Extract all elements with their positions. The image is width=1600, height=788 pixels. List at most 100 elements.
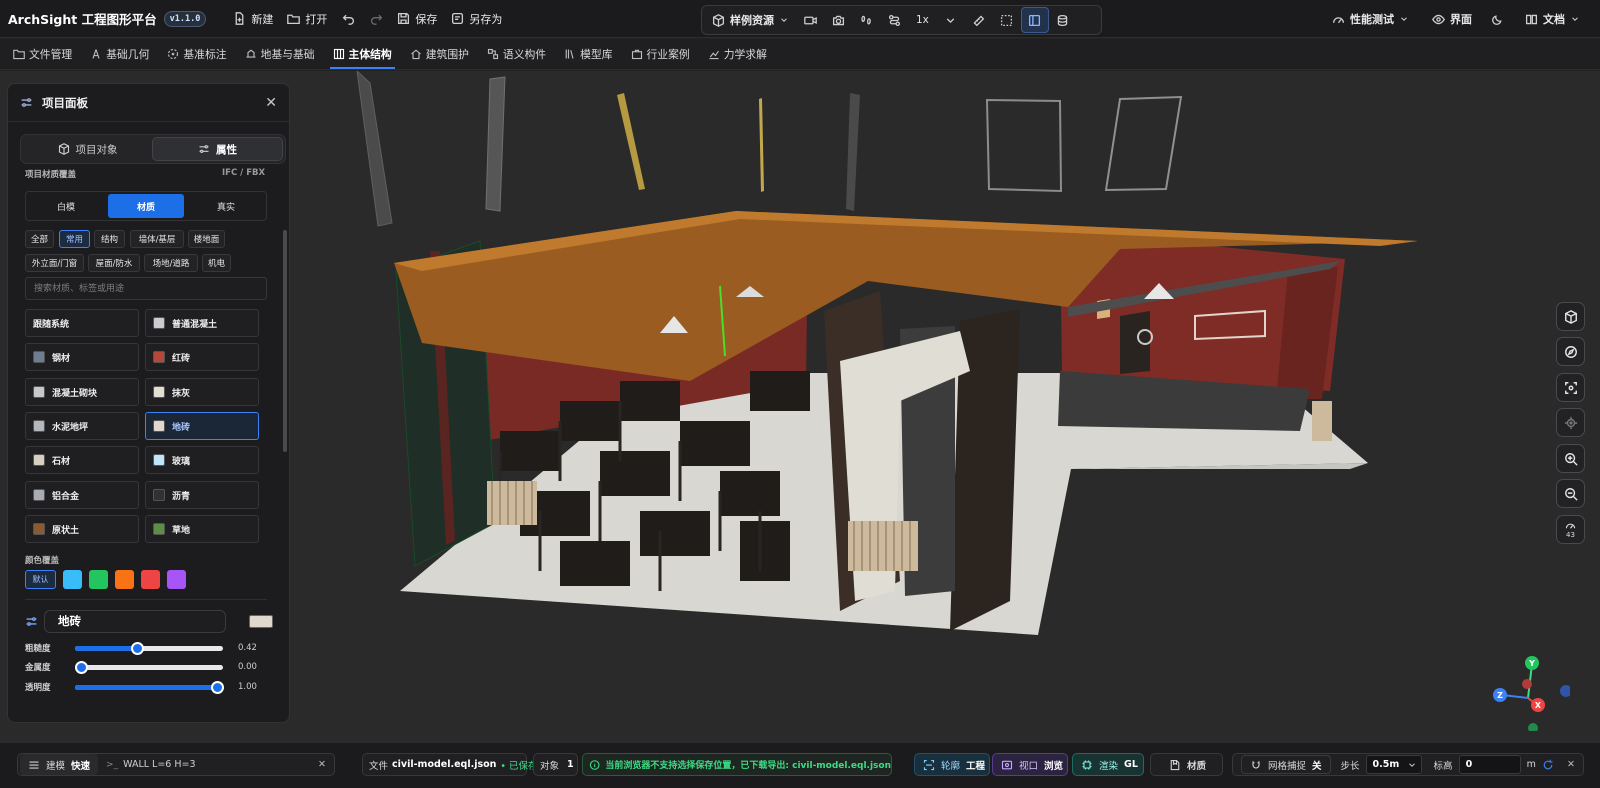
mode-toggle[interactable]: 建模 快速 xyxy=(20,754,99,775)
opacity-slider[interactable]: 透明度 1.00 xyxy=(25,679,275,695)
scrollbar-thumb[interactable] xyxy=(283,230,287,452)
zoom-in-button[interactable] xyxy=(1556,444,1585,473)
open-button[interactable]: 打开 xyxy=(280,7,334,31)
docs-dropdown[interactable]: 文档 xyxy=(1518,7,1587,31)
material-name-field[interactable]: 地砖 xyxy=(44,609,226,633)
grid-snap-toggle[interactable]: 网格捕捉 关 xyxy=(1241,755,1331,774)
menu-item-library[interactable]: 模型库 xyxy=(557,39,619,69)
filter-roof[interactable]: 屋面/防水 xyxy=(88,254,140,272)
box-select-button[interactable] xyxy=(993,7,1021,33)
menu-item-envelope[interactable]: 建筑围护 xyxy=(403,39,476,69)
filter-site[interactable]: 场地/道路 xyxy=(144,254,198,272)
command-input[interactable] xyxy=(123,759,314,770)
navigate-button[interactable] xyxy=(1556,337,1585,366)
menu-item-main-structure[interactable]: 主体结构 xyxy=(326,39,399,69)
mode-material[interactable]: 材质 xyxy=(108,194,184,218)
close-icon[interactable]: ✕ xyxy=(265,95,277,111)
menu-item-file[interactable]: 文件管理 xyxy=(6,39,79,69)
menu-item-datum[interactable]: 基准标注 xyxy=(160,39,233,69)
filter-all[interactable]: 全部 xyxy=(25,230,54,248)
material-search-input[interactable] xyxy=(25,277,267,300)
filter-facade[interactable]: 外立面/门窗 xyxy=(25,254,84,272)
refresh-icon[interactable] xyxy=(1542,759,1554,771)
zoom-out-button[interactable] xyxy=(1556,479,1585,508)
filter-common[interactable]: 常用 xyxy=(59,230,90,248)
render-toggle[interactable]: 渲染 GL xyxy=(1072,753,1144,776)
material-item[interactable]: 铝合金 xyxy=(25,481,139,509)
database-button[interactable] xyxy=(1049,7,1077,33)
material-color-picker[interactable] xyxy=(249,615,273,628)
ui-label: 界面 xyxy=(1450,13,1472,26)
material-item-selected[interactable]: 地砖 xyxy=(145,412,259,440)
focus-button[interactable] xyxy=(1556,373,1585,402)
material-editor-header: 地砖 xyxy=(25,609,275,633)
new-button[interactable]: 新建 xyxy=(226,7,280,31)
axis-gizmo[interactable]: Y Z X xyxy=(1490,656,1570,731)
close-icon[interactable]: ✕ xyxy=(318,759,326,770)
viewport-mode-toggle[interactable]: 视口 浏览 xyxy=(992,753,1068,776)
step-select[interactable]: 0.5m xyxy=(1365,755,1422,774)
filter-floor[interactable]: 楼地面 xyxy=(188,230,225,248)
material-item[interactable]: 跟随系统 xyxy=(25,309,139,337)
slider-knob[interactable] xyxy=(211,680,224,694)
elevation-input[interactable] xyxy=(1458,755,1521,774)
record-button[interactable] xyxy=(796,7,824,33)
menu-item-foundation[interactable]: 地基与基础 xyxy=(238,39,322,69)
filter-structure[interactable]: 结构 xyxy=(94,230,125,248)
color-default-button[interactable]: 默认 xyxy=(25,570,56,589)
color-swatch-red[interactable] xyxy=(141,570,160,589)
slider-knob[interactable] xyxy=(75,660,88,674)
walk-button[interactable] xyxy=(852,7,880,33)
performance-test-dropdown[interactable]: 性能测试 xyxy=(1325,7,1416,31)
material-item[interactable]: 原状土 xyxy=(25,515,139,543)
material-item[interactable]: 石材 xyxy=(25,446,139,474)
menu-item-mechanics[interactable]: 力学求解 xyxy=(701,39,774,69)
filter-wall[interactable]: 墙体/基层 xyxy=(130,230,184,248)
menu-item-cases[interactable]: 行业案例 xyxy=(624,39,697,69)
material-button[interactable]: 材质 xyxy=(1150,753,1223,776)
mode-real[interactable]: 真实 xyxy=(188,194,264,218)
theme-toggle-button[interactable] xyxy=(1483,6,1511,32)
color-swatch-green[interactable] xyxy=(89,570,108,589)
material-item[interactable]: 草地 xyxy=(145,515,259,543)
zoom-level-button[interactable]: 43 xyxy=(1556,515,1585,544)
color-swatch-orange[interactable] xyxy=(115,570,134,589)
menu-item-geometry[interactable]: 基础几何 xyxy=(83,39,156,69)
tab-project-objects[interactable]: 项目对象 xyxy=(23,137,152,161)
filter-mep[interactable]: 机电 xyxy=(202,254,231,272)
measure-button[interactable] xyxy=(965,7,993,33)
material-item[interactable]: 红砖 xyxy=(145,343,259,371)
slider-knob[interactable] xyxy=(131,641,145,655)
material-item[interactable]: 钢材 xyxy=(25,343,139,371)
material-item[interactable]: 沥青 xyxy=(145,481,259,509)
save-button[interactable]: 保存 xyxy=(390,7,444,31)
close-icon[interactable]: ✕ xyxy=(1567,759,1575,770)
sample-resources-dropdown[interactable]: 样例资源 xyxy=(705,8,796,32)
save-as-button[interactable]: 另存为 xyxy=(444,7,509,31)
roughness-slider[interactable]: 粗糙度 0.42 xyxy=(25,640,275,656)
material-item[interactable]: 玻璃 xyxy=(145,446,259,474)
slider-track[interactable] xyxy=(75,641,223,655)
material-item[interactable]: 混凝土砌块 xyxy=(25,378,139,406)
locate-button[interactable] xyxy=(1556,408,1585,437)
mode-white[interactable]: 白模 xyxy=(28,194,104,218)
speed-dropdown[interactable] xyxy=(937,7,965,33)
slider-track[interactable] xyxy=(75,680,224,694)
outline-toggle[interactable]: 轮廓 工程 xyxy=(914,753,990,776)
panel-toggle-button[interactable] xyxy=(1020,7,1049,33)
color-swatch-purple[interactable] xyxy=(167,570,186,589)
material-item[interactable]: 水泥地坪 xyxy=(25,412,139,440)
view-cube-button[interactable] xyxy=(1556,302,1585,331)
route-button[interactable] xyxy=(880,7,908,33)
slider-track[interactable] xyxy=(75,660,223,674)
menu-item-semantic[interactable]: 语义构件 xyxy=(480,39,553,69)
metalness-slider[interactable]: 金属度 0.00 xyxy=(25,659,275,675)
interface-button[interactable]: 界面 xyxy=(1425,7,1479,31)
material-item[interactable]: 普通混凝土 xyxy=(145,309,259,337)
screenshot-button[interactable] xyxy=(824,7,852,33)
tab-properties[interactable]: 属性 xyxy=(152,137,283,161)
color-swatch-sky[interactable] xyxy=(63,570,82,589)
redo-button[interactable] xyxy=(362,6,390,32)
material-item[interactable]: 抹灰 xyxy=(145,378,259,406)
undo-button[interactable] xyxy=(334,6,362,32)
